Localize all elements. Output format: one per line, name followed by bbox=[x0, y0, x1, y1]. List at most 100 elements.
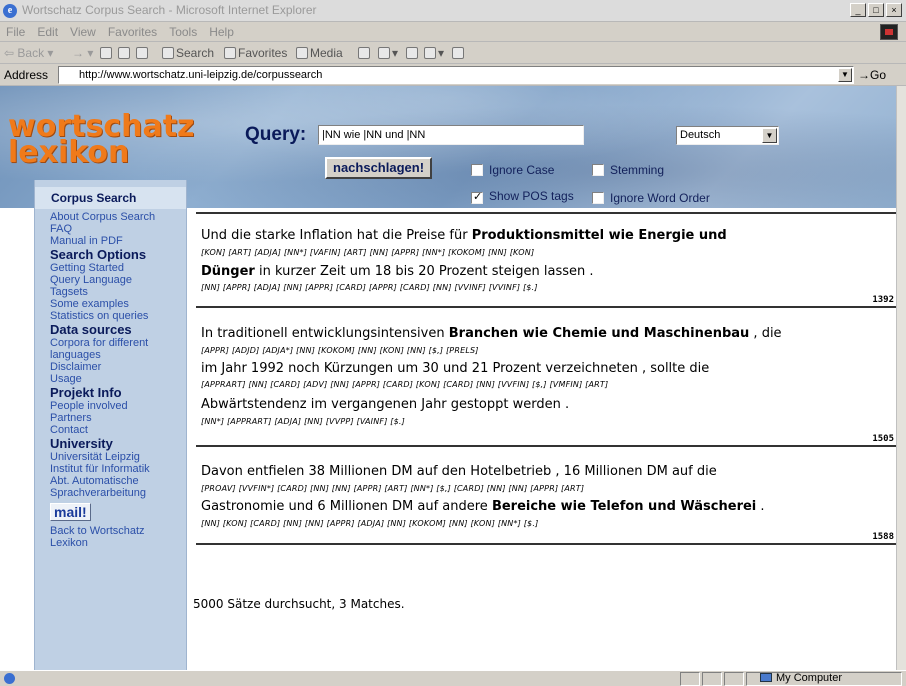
ignore-case-label: Ignore Case bbox=[489, 163, 555, 177]
menu-view[interactable]: View bbox=[70, 25, 96, 39]
back-button[interactable]: ⇦ Back ▾ bbox=[4, 46, 53, 60]
sidebar-section-heading: Data sources bbox=[50, 322, 132, 337]
language-value: Deutsch bbox=[680, 129, 721, 141]
maximize-button[interactable]: □ bbox=[868, 3, 884, 17]
address-label: Address bbox=[4, 68, 49, 82]
pos-tag-line: [NN] [APPR] [ADJA] [NN] [APPR] [CARD] [A… bbox=[201, 283, 538, 292]
sentence-line: Abwärtstendenz im vergangenen Jahr gesto… bbox=[201, 397, 570, 412]
search-button[interactable]: Search bbox=[162, 46, 214, 60]
sidebar-link[interactable]: Manual in PDF bbox=[50, 235, 186, 247]
result-separator bbox=[196, 306, 896, 308]
favorites-button[interactable]: Favorites bbox=[224, 46, 287, 60]
home-icon[interactable] bbox=[136, 46, 150, 60]
edit-icon[interactable]: ▾ bbox=[424, 46, 444, 60]
forward-arrow-icon: → bbox=[72, 46, 84, 60]
address-bar: Address http://www.wortschatz.uni-leipzi… bbox=[0, 64, 906, 86]
refresh-icon[interactable] bbox=[118, 46, 132, 60]
result-separator bbox=[196, 445, 896, 447]
pos-tag-line: [NN] [KON] [CARD] [NN] [NN] [APPR] [ADJA… bbox=[201, 519, 539, 528]
ignore-case-checkbox[interactable] bbox=[471, 164, 483, 176]
stemming-label: Stemming bbox=[610, 163, 665, 177]
mail-icon[interactable]: ▾ bbox=[378, 46, 398, 60]
sidebar-link[interactable]: Corpora for different bbox=[50, 337, 186, 349]
sidebar-link[interactable]: Universität Leipzig bbox=[50, 451, 186, 463]
browser-window: e Wortschatz Corpus Search - Microsoft I… bbox=[0, 0, 906, 686]
discuss-icon[interactable] bbox=[452, 46, 466, 60]
sidebar-link[interactable]: Disclaimer bbox=[50, 361, 186, 373]
ignore-word-order-checkbox[interactable] bbox=[592, 192, 604, 204]
address-dropdown-icon[interactable]: ▼ bbox=[838, 68, 852, 82]
sidebar-link[interactable]: People involved bbox=[50, 400, 186, 412]
sidebar-link[interactable]: Statistics on queries bbox=[50, 310, 186, 322]
pos-tag-line: [APPRART] [NN] [CARD] [ADV] [NN] [APPR] … bbox=[201, 380, 609, 389]
site-logo[interactable]: wortschatz lexikon bbox=[8, 112, 195, 168]
menu-favorites[interactable]: Favorites bbox=[108, 25, 157, 39]
sidebar-section-heading: University bbox=[50, 436, 113, 451]
sidebar-link[interactable]: Usage bbox=[50, 373, 186, 385]
sentence-line: Dünger in kurzer Zeit um 18 bis 20 Proze… bbox=[201, 264, 594, 279]
sidebar-link[interactable]: Institut für Informatik bbox=[50, 463, 186, 475]
pos-tag-line: [APPR] [ADJD] [ADJA*] [NN] [KOKOM] [NN] … bbox=[201, 346, 479, 355]
separator-count: 1588 bbox=[872, 532, 894, 542]
chevron-down-icon: ▼ bbox=[762, 128, 777, 143]
address-input[interactable]: http://www.wortschatz.uni-leipzig.de/cor… bbox=[58, 66, 854, 84]
search-submit-button[interactable]: nachschlagen! bbox=[325, 157, 433, 179]
menu-file[interactable]: File bbox=[6, 25, 25, 39]
media-button[interactable]: Media bbox=[296, 46, 343, 60]
close-button[interactable]: × bbox=[886, 3, 902, 17]
menu-edit[interactable]: Edit bbox=[37, 25, 58, 39]
query-input[interactable]: |NN wie |NN und |NN bbox=[318, 125, 584, 145]
title-bar: e Wortschatz Corpus Search - Microsoft I… bbox=[0, 0, 906, 22]
status-bar: My Computer bbox=[0, 670, 906, 686]
computer-icon bbox=[760, 673, 772, 682]
sidebar-link[interactable]: Lexikon bbox=[50, 537, 186, 549]
window-title: Wortschatz Corpus Search - Microsoft Int… bbox=[22, 3, 317, 17]
sidebar-link[interactable]: Abt. Automatische bbox=[50, 475, 186, 487]
page-status-icon bbox=[4, 673, 15, 684]
language-select[interactable]: Deutsch ▼ bbox=[676, 126, 779, 145]
sidebar-link[interactable]: Back to Wortschatz bbox=[50, 525, 186, 537]
status-segment bbox=[724, 672, 744, 686]
sentence-line: Und die starke Inflation hat die Preise … bbox=[201, 228, 727, 243]
sidebar-link[interactable]: FAQ bbox=[50, 223, 186, 235]
sentence-line: Davon entfielen 38 Millionen DM auf den … bbox=[201, 464, 717, 479]
stop-icon[interactable] bbox=[100, 46, 114, 60]
minimize-button[interactable]: _ bbox=[850, 3, 866, 17]
menu-help[interactable]: Help bbox=[209, 25, 234, 39]
pos-tag-line: [PROAV] [VVFIN*] [CARD] [NN] [NN] [APPR]… bbox=[201, 484, 585, 493]
print-icon[interactable] bbox=[406, 46, 420, 60]
sidebar-link[interactable]: About Corpus Search bbox=[50, 211, 186, 223]
vertical-scrollbar[interactable] bbox=[896, 86, 906, 670]
forward-button[interactable]: → ▾ bbox=[72, 46, 93, 60]
pos-tag-line: [NN*] [APPRART] [ADJA] [NN] [VVPP] [VAIN… bbox=[201, 417, 405, 426]
sidebar-link[interactable]: Contact bbox=[50, 424, 186, 436]
search-summary: 5000 Sätze durchsucht, 3 Matches. bbox=[193, 597, 405, 611]
sidebar-link[interactable]: Tagsets bbox=[50, 286, 186, 298]
status-segment bbox=[702, 672, 722, 686]
show-pos-tags-checkbox[interactable] bbox=[471, 190, 483, 204]
query-label: Query: bbox=[245, 124, 307, 145]
sidebar-link[interactable]: Query Language bbox=[50, 274, 186, 286]
menu-tools[interactable]: Tools bbox=[169, 25, 197, 39]
favorites-icon bbox=[224, 47, 236, 59]
sentence-line: In traditionell entwicklungsintensiven B… bbox=[201, 326, 782, 341]
stemming-checkbox[interactable] bbox=[592, 164, 604, 176]
sidebar-link[interactable]: Getting Started bbox=[50, 262, 186, 274]
history-icon[interactable] bbox=[358, 46, 372, 60]
status-segment bbox=[680, 672, 700, 686]
go-button[interactable]: →Go bbox=[858, 68, 886, 82]
back-label: Back bbox=[17, 46, 45, 60]
show-pos-tags-label: Show POS tags bbox=[489, 189, 574, 203]
result-separator bbox=[196, 212, 896, 214]
sidebar-link[interactable]: languages bbox=[50, 349, 186, 361]
search-icon bbox=[162, 47, 174, 59]
sentence-line: im Jahr 1992 noch Kürzungen um 30 und 21… bbox=[201, 361, 710, 376]
result-separator bbox=[196, 543, 896, 545]
mail-button[interactable]: mail! bbox=[50, 503, 91, 521]
media-icon bbox=[296, 47, 308, 59]
separator-count: 1392 bbox=[872, 295, 894, 305]
url-text: http://www.wortschatz.uni-leipzig.de/cor… bbox=[79, 69, 323, 81]
sidebar-link[interactable]: Partners bbox=[50, 412, 186, 424]
sidebar-link[interactable]: Some examples bbox=[50, 298, 186, 310]
sidebar-link[interactable]: Sprachverarbeitung bbox=[50, 487, 186, 499]
